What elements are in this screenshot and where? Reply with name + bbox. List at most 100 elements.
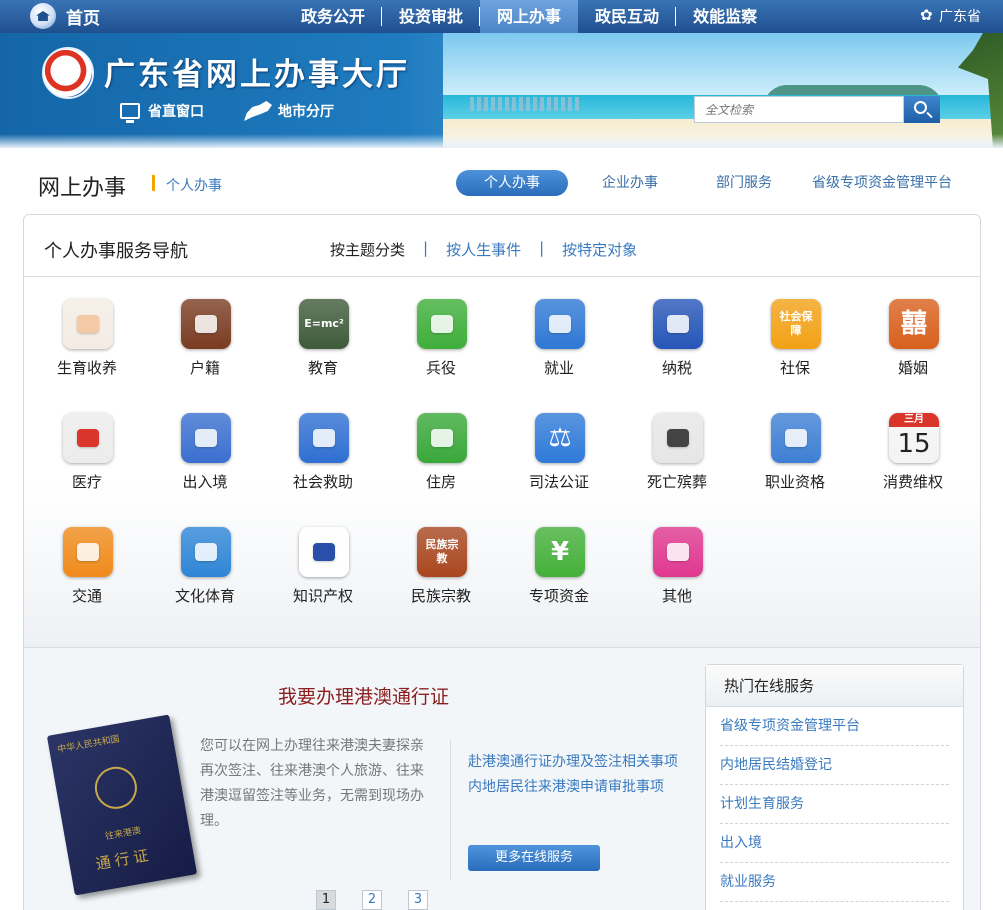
nav-item-online-services[interactable]: 网上办事: [480, 0, 579, 33]
icon-shape: [77, 429, 99, 447]
nav-item-public-interaction[interactable]: 政民互动: [578, 0, 677, 33]
icon-glyph: E=mc²: [304, 317, 344, 330]
tab-by-life-event[interactable]: 按人生事件: [446, 239, 521, 260]
page-button[interactable]: 3: [408, 890, 428, 910]
search-input[interactable]: [694, 96, 904, 123]
page-button[interactable]: 1: [316, 890, 336, 910]
service-tile[interactable]: 文化体育: [150, 527, 260, 617]
service-tile-label: 专项资金: [528, 587, 589, 605]
car-icon: [63, 527, 113, 577]
service-tile[interactable]: 社会救助: [268, 413, 378, 503]
social-security-icon: 社会保障: [771, 299, 821, 349]
service-tile[interactable]: 纳税: [622, 299, 732, 389]
ip-logo-icon: [299, 527, 349, 577]
header-banner: 广东省网上办事大厅 省直窗口 地市分厅: [0, 33, 1003, 148]
icon-shape: [431, 315, 453, 333]
icon-shape: [549, 315, 571, 333]
tab-separator: |: [423, 239, 429, 257]
service-tile-label: 纳税: [661, 359, 692, 377]
site-title: 广东省网上办事大厅: [104, 57, 410, 93]
national-emblem-icon: [91, 763, 141, 813]
icon-shape: [77, 315, 99, 333]
gear-icon: [920, 6, 935, 24]
service-tile-label: 文化体育: [174, 587, 235, 605]
hot-service-item[interactable]: 内地居民结婚登记: [720, 746, 949, 785]
city-branch-link[interactable]: 地市分厅: [244, 101, 334, 121]
service-tile[interactable]: 其他: [622, 527, 732, 617]
tab-by-target-group[interactable]: 按特定对象: [562, 239, 637, 260]
monitor-icon: [653, 527, 703, 577]
medical-kit-icon: [63, 413, 113, 463]
icon-shape: [667, 543, 689, 561]
tab-personal[interactable]: 个人办事: [456, 170, 568, 196]
service-tile[interactable]: 出入境: [150, 413, 260, 503]
passport-name: 通行证: [94, 845, 154, 874]
calendar-month: 三月: [889, 413, 939, 427]
search-button[interactable]: [904, 96, 940, 123]
home-link[interactable]: 首页: [30, 3, 100, 29]
more-services-button[interactable]: 更多在线服务: [468, 845, 600, 871]
city-skyline-decoration: [470, 97, 580, 111]
monitor-icon: [120, 103, 140, 123]
double-happiness-icon: 囍: [889, 299, 939, 349]
passport-issuer: 中华人民共和国: [56, 734, 121, 756]
featured-link[interactable]: 内地居民往来港澳申请审批事项: [468, 775, 688, 800]
tab-special-fund-platform[interactable]: 省级专项资金管理平台: [800, 170, 964, 196]
hot-service-item[interactable]: 就业服务: [720, 863, 949, 902]
tab-by-topic[interactable]: 按主题分类: [330, 239, 405, 260]
briefcase-icon: [535, 299, 585, 349]
service-tile[interactable]: 囍婚姻: [858, 299, 968, 389]
tab-department[interactable]: 部门服务: [696, 170, 792, 196]
site-search: [694, 96, 940, 123]
region-selector[interactable]: 广东省: [920, 6, 981, 26]
calendar-icon: 三月 15: [889, 413, 939, 463]
service-tile[interactable]: 死亡殡葬: [622, 413, 732, 503]
service-tile-label: 死亡殡葬: [646, 473, 707, 491]
house-icon: [417, 413, 467, 463]
service-tile[interactable]: 知识产权: [268, 527, 378, 617]
banner-bottom-fade: [0, 134, 1003, 148]
service-tile[interactable]: 住房: [386, 413, 496, 503]
service-tile-label: 生育收养: [56, 359, 117, 377]
service-tile[interactable]: E=mc² 教育: [268, 299, 378, 389]
hot-service-item[interactable]: 省级专项资金管理平台: [720, 707, 949, 746]
service-tile[interactable]: ¥ 专项资金: [504, 527, 614, 617]
icon-shape: [667, 429, 689, 447]
service-tile[interactable]: 交通: [32, 527, 142, 617]
panel-title: 个人办事服务导航: [44, 241, 188, 262]
service-type-tabs: 个人办事 企业办事 部门服务 省级专项资金管理平台: [0, 170, 1003, 196]
service-tile-label: 就业: [543, 359, 574, 377]
featured-service-area: 我要办理港澳通行证 中华人民共和国 往来港澳 通行证 您可以在网上办理往来港澳夫…: [24, 647, 980, 910]
tab-enterprise[interactable]: 企业办事: [582, 170, 678, 196]
provincial-window-link[interactable]: 省直窗口: [120, 101, 204, 123]
nav-item-gov-info[interactable]: 政务公开: [284, 0, 383, 33]
region-label: 广东省: [939, 9, 981, 25]
nav-item-efficiency-supervision[interactable]: 效能监察: [676, 0, 774, 33]
icon-shape: [785, 429, 807, 447]
service-tile[interactable]: 民族宗教 民族宗教: [386, 527, 496, 617]
service-tile-label: 消费维权: [882, 473, 943, 491]
yuan-icon: ¥: [535, 527, 585, 577]
icon-shape: [667, 315, 689, 333]
icon-shape: [313, 543, 335, 561]
hot-service-item[interactable]: 出入境: [720, 824, 949, 863]
icon-glyph: 社会保障: [779, 310, 813, 337]
hot-service-item[interactable]: 计划生育服务: [720, 785, 949, 824]
service-tile[interactable]: 户籍: [150, 299, 260, 389]
service-tile[interactable]: 就业: [504, 299, 614, 389]
service-tile[interactable]: ⚖ 司法公证: [504, 413, 614, 503]
service-tile[interactable]: 三月 15 消费维权: [858, 413, 968, 503]
service-tile[interactable]: 职业资格: [740, 413, 850, 503]
service-tile-label: 社会救助: [292, 473, 353, 491]
service-tile-label: 住房: [425, 473, 456, 491]
nav-item-investment-approval[interactable]: 投资审批: [382, 0, 481, 33]
service-tile[interactable]: 医疗: [32, 413, 142, 503]
service-tile[interactable]: 兵役: [386, 299, 496, 389]
service-tile[interactable]: 社会保障 社保: [740, 299, 850, 389]
page-button[interactable]: 2: [362, 890, 382, 910]
service-tile-label: 教育: [307, 359, 338, 377]
service-tile[interactable]: 生育收养: [32, 299, 142, 389]
baby-icon: [63, 299, 113, 349]
featured-link[interactable]: 赴港澳通行证办理及签注相关事项: [468, 750, 688, 775]
search-icon: [914, 101, 927, 114]
